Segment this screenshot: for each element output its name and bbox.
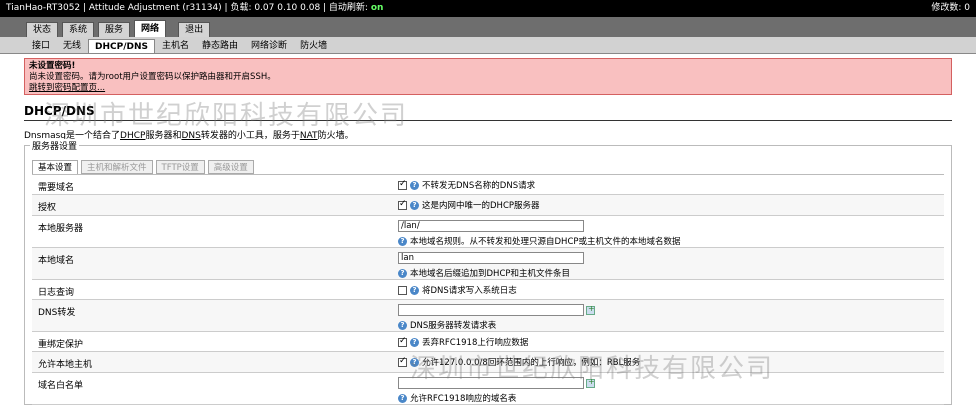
row-hint: 允许RFC1918响应的域名表 — [410, 394, 517, 404]
help-icon: ? — [398, 237, 407, 246]
row-rebind-protection: 重绑定保护 ?丢弃RFC1918上行响应数据 — [32, 332, 944, 352]
main-nav: 状态 系统 服务 网络 退出 — [0, 17, 976, 37]
tab-network[interactable]: 网络 — [134, 20, 167, 37]
row-label: 允许本地主机 — [38, 360, 93, 370]
status-bar: TianHao-RT3052 | Attitude Adjustment (r3… — [0, 0, 976, 17]
local-domain-input[interactable] — [398, 252, 584, 264]
row-label: DNS转发 — [38, 308, 76, 318]
desc-dns: DNS — [181, 131, 201, 141]
tab-hosts-resolv[interactable]: 主机和解析文件 — [81, 160, 153, 174]
row-local-domain: 本地域名 ?本地域名后缀追加到DHCP和主机文件条目 — [32, 248, 944, 280]
row-label: 域名白名单 — [38, 381, 84, 391]
subtab-dhcp-dns[interactable]: DHCP/DNS — [88, 39, 156, 53]
authoritative-checkbox[interactable] — [398, 199, 407, 210]
help-icon: ? — [410, 358, 419, 367]
help-icon: ? — [410, 338, 419, 347]
row-label: 授权 — [38, 203, 57, 213]
allow-localhost-checkbox[interactable] — [398, 356, 407, 367]
alert-message: 尚未设置密码。请为root用户设置密码以保护路由器和开启SSH。 — [29, 72, 276, 82]
row-log-queries: 日志查询 ? 将DNS请求写入系统日志 — [32, 280, 944, 300]
desc-nat: NAT — [299, 131, 318, 141]
help-icon: ? — [410, 286, 419, 295]
rebind-protection-checkbox[interactable] — [398, 336, 407, 347]
row-text: 将DNS请求写入系统日志 — [422, 286, 517, 296]
tab-basic-settings[interactable]: 基本设置 — [32, 160, 79, 174]
row-hint: 本地域名后缀追加到DHCP和主机文件条目 — [410, 269, 570, 279]
settings-rows: 需要域名 ?不转发无DNS名称的DNS请求 授权 ?这是内网中唯一的DHCP服务… — [32, 174, 944, 405]
desc-dhcp: DHCP — [120, 131, 146, 141]
add-entry-icon[interactable] — [586, 377, 595, 388]
row-dns-forward: DNS转发 ?DNS服务器转发请求表 — [32, 300, 944, 332]
row-label: 日志查询 — [38, 288, 75, 298]
row-domain-whitelist: 域名白名单 ?允许RFC1918响应的域名表 — [32, 373, 944, 405]
watermark: 深圳市世纪欣阳科技有限公司 — [44, 101, 409, 131]
alert-title: 未设置密码! — [29, 61, 76, 71]
page-title: DHCP/DNS — [24, 104, 95, 118]
desc-part-2: 服务器和 — [145, 131, 182, 141]
row-label: 本地域名 — [38, 256, 75, 266]
subtab-hostnames[interactable]: 主机名 — [156, 39, 195, 53]
help-icon: ? — [398, 321, 407, 330]
password-config-link[interactable]: 跳转到密码配置页... — [29, 83, 947, 94]
domain-needed-checkbox[interactable] — [398, 179, 407, 190]
subtab-diagnostics[interactable]: 网络诊断 — [245, 39, 293, 53]
row-label: 本地服务器 — [38, 224, 84, 234]
tab-status[interactable]: 状态 — [26, 22, 59, 37]
status-bar-info: TianHao-RT3052 | Attitude Adjustment (r3… — [6, 0, 383, 17]
password-alert: 未设置密码! 尚未设置密码。请为root用户设置密码以保护路由器和开启SSH。 … — [24, 58, 952, 95]
log-queries-checkbox[interactable] — [398, 286, 407, 295]
help-icon: ? — [410, 181, 419, 190]
help-icon: ? — [398, 394, 407, 403]
section-legend: 服务器设置 — [30, 139, 80, 152]
tab-tftp[interactable]: TFTP设置 — [155, 160, 205, 174]
domain-whitelist-input[interactable] — [398, 377, 584, 389]
row-authoritative: 授权 ?这是内网中唯一的DHCP服务器 — [32, 195, 944, 216]
tab-logout[interactable]: 退出 — [178, 22, 211, 37]
row-text: 不转发无DNS名称的DNS请求 — [422, 181, 536, 191]
sub-nav: 接口 无线 DHCP/DNS 主机名 静态路由 网络诊断 防火墙 — [0, 37, 976, 54]
changes-count[interactable]: 修改数: 0 — [931, 0, 970, 17]
subtab-interfaces[interactable]: 接口 — [26, 39, 56, 53]
auto-refresh-toggle[interactable]: on — [371, 3, 384, 13]
row-text: 这是内网中唯一的DHCP服务器 — [422, 201, 540, 211]
desc-part-3: 转发器的小工具，服务于 — [200, 131, 300, 141]
settings-tabs: 基本设置 主机和解析文件 TFTP设置 高级设置 — [32, 160, 254, 174]
subtab-firewall[interactable]: 防火墙 — [294, 39, 333, 53]
add-entry-icon[interactable] — [586, 304, 595, 315]
tab-advanced[interactable]: 高级设置 — [207, 160, 254, 174]
row-text: 丢弃RFC1918上行响应数据 — [422, 338, 529, 348]
local-server-input[interactable] — [398, 220, 584, 232]
help-icon: ? — [410, 201, 419, 210]
row-hint: 本地域名规则。从不转发和处理只源自DHCP或主机文件的本地域名数据 — [410, 237, 681, 247]
subtab-wireless[interactable]: 无线 — [57, 39, 87, 53]
row-domain-needed: 需要域名 ?不转发无DNS名称的DNS请求 — [32, 175, 944, 195]
row-text: 允许127.0.0.0/8回环范围内的上行响应，例如：RBL服务 — [422, 358, 641, 368]
tab-services[interactable]: 服务 — [98, 22, 131, 37]
tab-system[interactable]: 系统 — [62, 22, 95, 37]
title-divider — [24, 120, 952, 121]
help-icon: ? — [398, 269, 407, 278]
row-hint: DNS服务器转发请求表 — [410, 321, 497, 331]
desc-part-4: 防火墙。 — [317, 131, 354, 141]
subtab-static-routes[interactable]: 静态路由 — [196, 39, 244, 53]
status-text: TianHao-RT3052 | Attitude Adjustment (r3… — [6, 3, 371, 13]
dns-forward-input[interactable] — [398, 304, 584, 316]
row-local-server: 本地服务器 ?本地域名规则。从不转发和处理只源自DHCP或主机文件的本地域名数据 — [32, 216, 944, 248]
row-allow-localhost: 允许本地主机 ?允许127.0.0.0/8回环范围内的上行响应，例如：RBL服务 — [32, 352, 944, 373]
row-label: 重绑定保护 — [38, 340, 84, 350]
row-label: 需要域名 — [38, 183, 75, 193]
